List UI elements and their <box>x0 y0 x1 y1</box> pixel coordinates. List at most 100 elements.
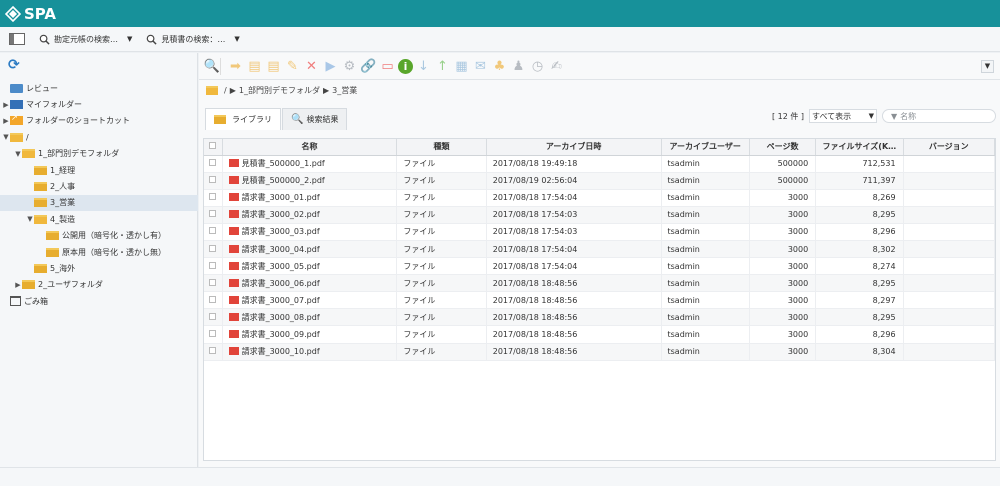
delete-icon[interactable]: ✕ <box>303 58 320 75</box>
file-name-cell[interactable]: 請求書_3000_02.pdf <box>222 206 398 224</box>
file-name-cell[interactable]: 請求書_3000_01.pdf <box>222 189 398 207</box>
link-icon[interactable]: 🔗 <box>360 58 377 75</box>
display-select[interactable]: すべて表示 ▼ <box>809 109 877 123</box>
row-checkbox-cell[interactable] <box>204 223 223 241</box>
checkbox[interactable] <box>209 244 217 252</box>
checkbox[interactable] <box>209 227 217 235</box>
tree-node[interactable]: 2_人事 <box>0 178 198 194</box>
table-row[interactable]: 請求書_3000_01.pdf ファイル 2017/08/18 17:54:04 ts… <box>204 189 996 207</box>
checkbox[interactable] <box>209 312 217 320</box>
name-filter-input[interactable]: ▼ 名称 <box>882 109 996 123</box>
table-row[interactable]: 請求書_3000_03.pdf ファイル 2017/08/18 17:54:03 ts… <box>204 223 996 241</box>
tree-node[interactable]: ▶ 2_ユーザフォルダ <box>0 277 198 293</box>
expand-right-icon[interactable]: ▶ <box>14 281 22 289</box>
tree-node[interactable]: ▶ フォルダーのショートカット <box>0 113 198 129</box>
tab-search-results[interactable]: 🔍 検索結果 <box>282 108 348 130</box>
checkbox[interactable] <box>209 159 217 167</box>
saved-search-1[interactable]: 勘定元帳の検索… ▼ <box>39 34 132 45</box>
checkbox[interactable] <box>209 176 217 184</box>
tree-node[interactable]: 3_営業 <box>0 194 198 212</box>
row-checkbox-cell[interactable] <box>204 189 223 207</box>
row-checkbox-cell[interactable] <box>204 343 223 361</box>
file-name-cell[interactable]: 請求書_3000_10.pdf <box>222 343 398 361</box>
row-checkbox-cell[interactable] <box>204 240 223 259</box>
column-header[interactable]: 種類 <box>396 139 487 156</box>
file-name-cell[interactable]: 請求書_3000_04.pdf <box>222 240 398 259</box>
row-checkbox-cell[interactable] <box>204 291 223 310</box>
table-row[interactable]: 請求書_3000_08.pdf ファイル 2017/08/18 18:48:56 ts… <box>204 308 996 327</box>
tree-node[interactable]: 公開用（暗号化・透かし有） <box>0 228 198 244</box>
tree-node[interactable]: ▼ 4_製造 <box>0 211 198 227</box>
tree-node[interactable]: ▼ / <box>0 129 198 145</box>
expand-right-icon[interactable]: ▶ <box>2 117 10 125</box>
play-icon[interactable]: ▶ <box>322 58 339 75</box>
mail-icon[interactable]: ✉ <box>472 58 489 75</box>
expand-right-icon[interactable]: ▶ <box>2 101 10 109</box>
layout-icon[interactable]: ▦ <box>453 58 470 75</box>
table-row[interactable]: 請求書_3000_09.pdf ファイル 2017/08/18 18:48:56 ts… <box>204 325 996 344</box>
checkbox[interactable] <box>209 278 217 286</box>
breadcrumb-segment[interactable]: 3_営業 <box>332 85 357 96</box>
settings-icon[interactable]: ⚙ <box>341 58 358 75</box>
tree-node[interactable]: 1_経理 <box>0 162 198 178</box>
copy-icon[interactable]: ▤ <box>246 58 263 75</box>
file-name-cell[interactable]: 請求書_3000_06.pdf <box>222 274 398 293</box>
column-header[interactable]: ページ数 <box>749 139 817 156</box>
file-name-cell[interactable]: 請求書_3000_07.pdf <box>222 291 398 310</box>
expand-down-icon[interactable]: ▼ <box>14 150 22 158</box>
file-name-cell[interactable]: 請求書_3000_03.pdf <box>222 223 398 241</box>
user-icon[interactable]: ♟ <box>510 58 527 75</box>
move-icon[interactable]: ➡ <box>227 58 244 75</box>
file-name-cell[interactable]: 請求書_3000_08.pdf <box>222 308 398 327</box>
file-name-cell[interactable]: 請求書_3000_09.pdf <box>222 325 398 344</box>
file-name-cell[interactable]: 見積書_500000_2.pdf <box>222 172 398 190</box>
column-header[interactable]: アーカイブ日時 <box>486 139 662 156</box>
expand-down-icon[interactable]: ▼ <box>2 133 10 141</box>
row-checkbox-cell[interactable] <box>204 257 223 276</box>
breadcrumb-root[interactable]: / <box>224 86 227 95</box>
checkbox[interactable] <box>209 261 217 269</box>
table-row[interactable]: 見積書_500000_2.pdf ファイル 2017/08/19 02:56:04 t… <box>204 172 996 190</box>
checkbox[interactable] <box>209 142 217 150</box>
row-checkbox-cell[interactable] <box>204 325 223 344</box>
toolbar-dropdown-icon[interactable]: ▼ <box>981 60 994 73</box>
checkbox[interactable] <box>209 295 217 303</box>
tree-node[interactable]: レビュー <box>0 80 198 96</box>
tree-node[interactable]: 5_海外 <box>0 260 198 276</box>
table-row[interactable]: 請求書_3000_06.pdf ファイル 2017/08/18 18:48:56 ts… <box>204 274 996 293</box>
edit-icon[interactable]: ✎ <box>284 58 301 75</box>
tree-node[interactable]: ▼ 1_部門別デモフォルダ <box>0 146 198 162</box>
table-row[interactable]: 見積書_500000_1.pdf ファイル 2017/08/18 19:49:18 t… <box>204 155 996 173</box>
row-checkbox-cell[interactable] <box>204 274 223 293</box>
checkbox[interactable] <box>209 329 217 337</box>
redact-icon[interactable]: ▭ <box>379 58 396 75</box>
upload-icon[interactable]: ↑ <box>434 58 451 75</box>
tab-library[interactable]: ライブラリ <box>205 108 281 130</box>
table-row[interactable]: 請求書_3000_02.pdf ファイル 2017/08/18 17:54:03 ts… <box>204 206 996 224</box>
column-header[interactable]: アーカイブユーザー <box>661 139 750 156</box>
checkbox[interactable] <box>209 347 217 355</box>
checkbox[interactable] <box>209 210 217 218</box>
table-row[interactable]: 請求書_3000_07.pdf ファイル 2017/08/18 18:48:56 ts… <box>204 291 996 310</box>
tree-node[interactable]: 原本用（暗号化・透かし無） <box>0 244 198 260</box>
sign-icon[interactable]: ✍ <box>548 58 565 75</box>
tree-node[interactable]: ▶ マイフォルダー <box>0 96 198 112</box>
tree-node[interactable]: ごみ箱 <box>0 293 198 309</box>
info-icon[interactable]: i <box>398 58 413 74</box>
file-name-cell[interactable]: 見積書_500000_1.pdf <box>222 155 398 173</box>
row-checkbox-cell[interactable] <box>204 308 223 327</box>
row-checkbox-cell[interactable] <box>204 172 223 190</box>
refresh-icon[interactable]: ⟳ <box>8 58 22 72</box>
saved-search-2[interactable]: 見積書の検索：… ▼ <box>146 34 240 45</box>
stamp-icon[interactable]: ♣ <box>491 58 508 75</box>
download-icon[interactable]: ↓ <box>415 58 432 75</box>
clock-icon[interactable]: ◷ <box>529 58 546 75</box>
table-row[interactable]: 請求書_3000_04.pdf ファイル 2017/08/18 17:54:04 ts… <box>204 240 996 259</box>
select-all-header[interactable] <box>204 139 223 156</box>
table-row[interactable]: 請求書_3000_05.pdf ファイル 2017/08/18 17:54:04 ts… <box>204 257 996 276</box>
checkbox[interactable] <box>209 193 217 201</box>
breadcrumb-segment[interactable]: 1_部門別デモフォルダ <box>239 85 320 96</box>
column-header[interactable]: バージョン <box>903 139 996 156</box>
panel-toggle-icon[interactable] <box>9 33 25 45</box>
file-name-cell[interactable]: 請求書_3000_05.pdf <box>222 257 398 276</box>
